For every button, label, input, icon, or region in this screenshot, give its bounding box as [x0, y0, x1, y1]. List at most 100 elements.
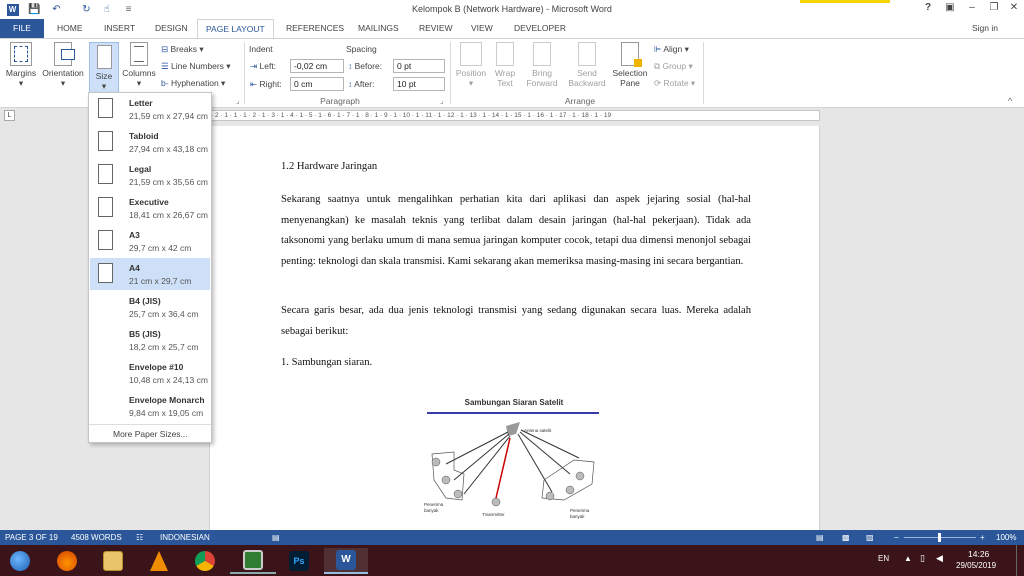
menu-item-legal[interactable]: Legal 21,59 cm x 35,56 cm: [90, 159, 210, 191]
menu-item-envelope-10[interactable]: Envelope #10 10,48 cm x 24,13 cm: [90, 357, 210, 389]
spacing-after-field[interactable]: 10 pt: [393, 77, 445, 91]
dropdown-arrow-icon: ▾: [136, 78, 142, 88]
tab-mailings[interactable]: MAILINGS: [350, 19, 407, 38]
hyphenation-button[interactable]: b- Hyphenation ▾: [161, 76, 225, 90]
menu-item-a3[interactable]: A3 29,7 cm x 42 cm: [90, 225, 210, 257]
word-count[interactable]: 4508 WORDS: [71, 530, 122, 545]
ribbon-options-icon[interactable]: ▣: [940, 2, 960, 17]
zoom-out-button[interactable]: −: [894, 530, 899, 545]
chrome-taskbar-icon[interactable]: [186, 548, 224, 574]
zoom-in-button[interactable]: +: [980, 530, 985, 545]
taskbar: Ps W EN ▲ ▯ ◀ 14:26 29/05/2019: [0, 545, 1024, 576]
web-layout-icon[interactable]: ▨: [866, 530, 874, 545]
ruler-scale[interactable]: · 2 · 1 · 1 · 1 · 2 · 1 · 3 · 1 · 4 · 1 …: [210, 110, 820, 121]
highlight-strip: [800, 0, 890, 3]
vlc-taskbar-icon[interactable]: [140, 548, 178, 574]
tab-file[interactable]: FILE: [0, 19, 44, 38]
collapse-ribbon-icon[interactable]: ^: [1008, 96, 1012, 106]
windows-start-icon: [10, 551, 30, 571]
send-backward-button[interactable]: Send Backward: [564, 42, 610, 88]
bring-forward-button[interactable]: Bring Forward: [520, 42, 564, 88]
satellite-figure[interactable]: Sambungan Siaran Satelit Antena satelit: [424, 394, 604, 528]
tab-insert[interactable]: INSERT: [96, 19, 143, 38]
wrap-text-button[interactable]: Wrap Text: [490, 42, 520, 88]
tab-home[interactable]: HOME: [49, 19, 91, 38]
show-desktop-button[interactable]: [1016, 545, 1024, 576]
menu-item-executive[interactable]: Executive 18,41 cm x 26,67 cm: [90, 192, 210, 224]
firefox-taskbar-icon[interactable]: [48, 548, 86, 574]
more-paper-sizes-item[interactable]: More Paper Sizes...: [113, 429, 188, 439]
indent-right-icon: ⇤: [250, 79, 258, 89]
group-button[interactable]: ⧉ Group ▾: [654, 59, 693, 73]
page-icon: [98, 230, 113, 250]
separator: [244, 42, 245, 104]
minimize-button[interactable]: –: [962, 2, 982, 17]
menu-item-envelope-monarch[interactable]: Envelope Monarch 9,84 cm x 19,05 cm: [90, 390, 210, 422]
transmitter-label: Transmitter: [482, 512, 505, 517]
line-numbers-icon: ☰: [161, 61, 169, 71]
columns-button[interactable]: Columns ▾: [121, 42, 157, 89]
menu-item-tabloid[interactable]: Tabloid 27,94 cm x 43,18 cm: [90, 126, 210, 158]
tab-references[interactable]: REFERENCES: [278, 19, 352, 38]
volume-icon[interactable]: ◀: [936, 553, 943, 564]
orientation-button[interactable]: Orientation ▾: [40, 42, 86, 89]
align-button[interactable]: ⊫ Align ▾: [654, 42, 689, 56]
proofing-icon[interactable]: ☷: [136, 530, 143, 545]
clock-time[interactable]: 14:26: [968, 549, 989, 559]
right-receivers-label: Penerima banyak: [570, 508, 590, 519]
sign-in-link[interactable]: Sign in: [964, 19, 1006, 38]
zoom-level[interactable]: 100%: [996, 530, 1016, 545]
position-button[interactable]: Position ▾: [453, 42, 489, 89]
tab-selector-icon[interactable]: L: [4, 110, 15, 121]
print-layout-icon[interactable]: ▩: [842, 530, 850, 545]
menu-item-letter[interactable]: Letter 21,59 cm x 27,94 cm: [90, 93, 210, 125]
menu-item-a4[interactable]: A4 21 cm x 29,7 cm: [90, 258, 210, 290]
page-setup-launcher-icon[interactable]: ⌟: [236, 96, 240, 105]
close-button[interactable]: ✕: [1004, 2, 1024, 17]
breaks-button[interactable]: ⊟ Breaks ▾: [161, 42, 204, 56]
page-count[interactable]: PAGE 3 OF 19: [5, 530, 58, 545]
selection-pane-label: Selection Pane: [612, 68, 648, 88]
file-explorer-taskbar-icon[interactable]: [94, 548, 132, 574]
list-item-1: 1. Sambungan siaran.: [281, 357, 373, 368]
spacing-before-field[interactable]: 0 pt: [393, 59, 445, 73]
macro-recording-icon[interactable]: ▤: [272, 530, 280, 545]
margins-button[interactable]: Margins ▾: [4, 42, 38, 89]
document-page[interactable]: 1.2 Hardware Jaringan Sekarang saatnya u…: [209, 126, 820, 530]
help-button[interactable]: ?: [918, 2, 938, 17]
dropdown-arrow-icon: ▾: [101, 81, 107, 91]
tray-chevron-icon[interactable]: ▲: [904, 554, 912, 563]
indent-right-field[interactable]: 0 cm: [290, 77, 344, 91]
network-icon[interactable]: ▯: [920, 553, 925, 564]
menu-item-b4-jis[interactable]: B4 (JIS) 25,7 cm x 36,4 cm: [90, 291, 210, 323]
language-indicator[interactable]: INDONESIAN: [160, 530, 210, 545]
read-mode-icon[interactable]: ▤: [816, 530, 824, 545]
arrange-group-label: Arrange: [564, 96, 596, 106]
rotate-button[interactable]: ⟳ Rotate ▾: [654, 76, 695, 90]
tab-review[interactable]: REVIEW: [411, 19, 461, 38]
size-button[interactable]: Size ▾: [89, 42, 119, 94]
task-manager-taskbar-icon[interactable]: [230, 548, 276, 574]
word-taskbar-icon[interactable]: W: [324, 548, 368, 574]
line-numbers-button[interactable]: ☰ Line Numbers ▾: [161, 59, 231, 73]
tab-page-layout[interactable]: PAGE LAYOUT: [197, 19, 274, 39]
photoshop-taskbar-icon[interactable]: Ps: [280, 548, 318, 574]
tab-design[interactable]: DESIGN: [147, 19, 196, 38]
tab-view[interactable]: VIEW: [463, 19, 501, 38]
menu-item-b5-jis[interactable]: B5 (JIS) 18,2 cm x 25,7 cm: [90, 324, 210, 356]
spacing-before-icon: ↕: [348, 61, 353, 71]
columns-label: Columns: [122, 68, 156, 78]
paragraph-launcher-icon[interactable]: ⌟: [440, 96, 444, 105]
window-title: Kelompok B (Network Hardware) - Microsof…: [412, 4, 612, 14]
paper-size-menu: Letter 21,59 cm x 27,94 cm Tabloid 27,94 c…: [88, 92, 212, 443]
clock-date[interactable]: 29/05/2019: [956, 561, 996, 570]
status-bar: PAGE 3 OF 19 4508 WORDS ☷ INDONESIAN ▤ ▤…: [0, 530, 1024, 545]
line-numbers-label: Line Numbers: [171, 61, 224, 71]
restore-button[interactable]: ❐: [984, 2, 1004, 17]
tab-developer[interactable]: DEVELOPER: [506, 19, 574, 38]
start-button[interactable]: [0, 548, 40, 574]
indent-left-field[interactable]: -0,02 cm: [290, 59, 344, 73]
input-language[interactable]: EN: [878, 554, 889, 563]
zoom-slider-thumb[interactable]: [938, 533, 941, 542]
selection-pane-button[interactable]: Selection Pane: [610, 42, 650, 88]
